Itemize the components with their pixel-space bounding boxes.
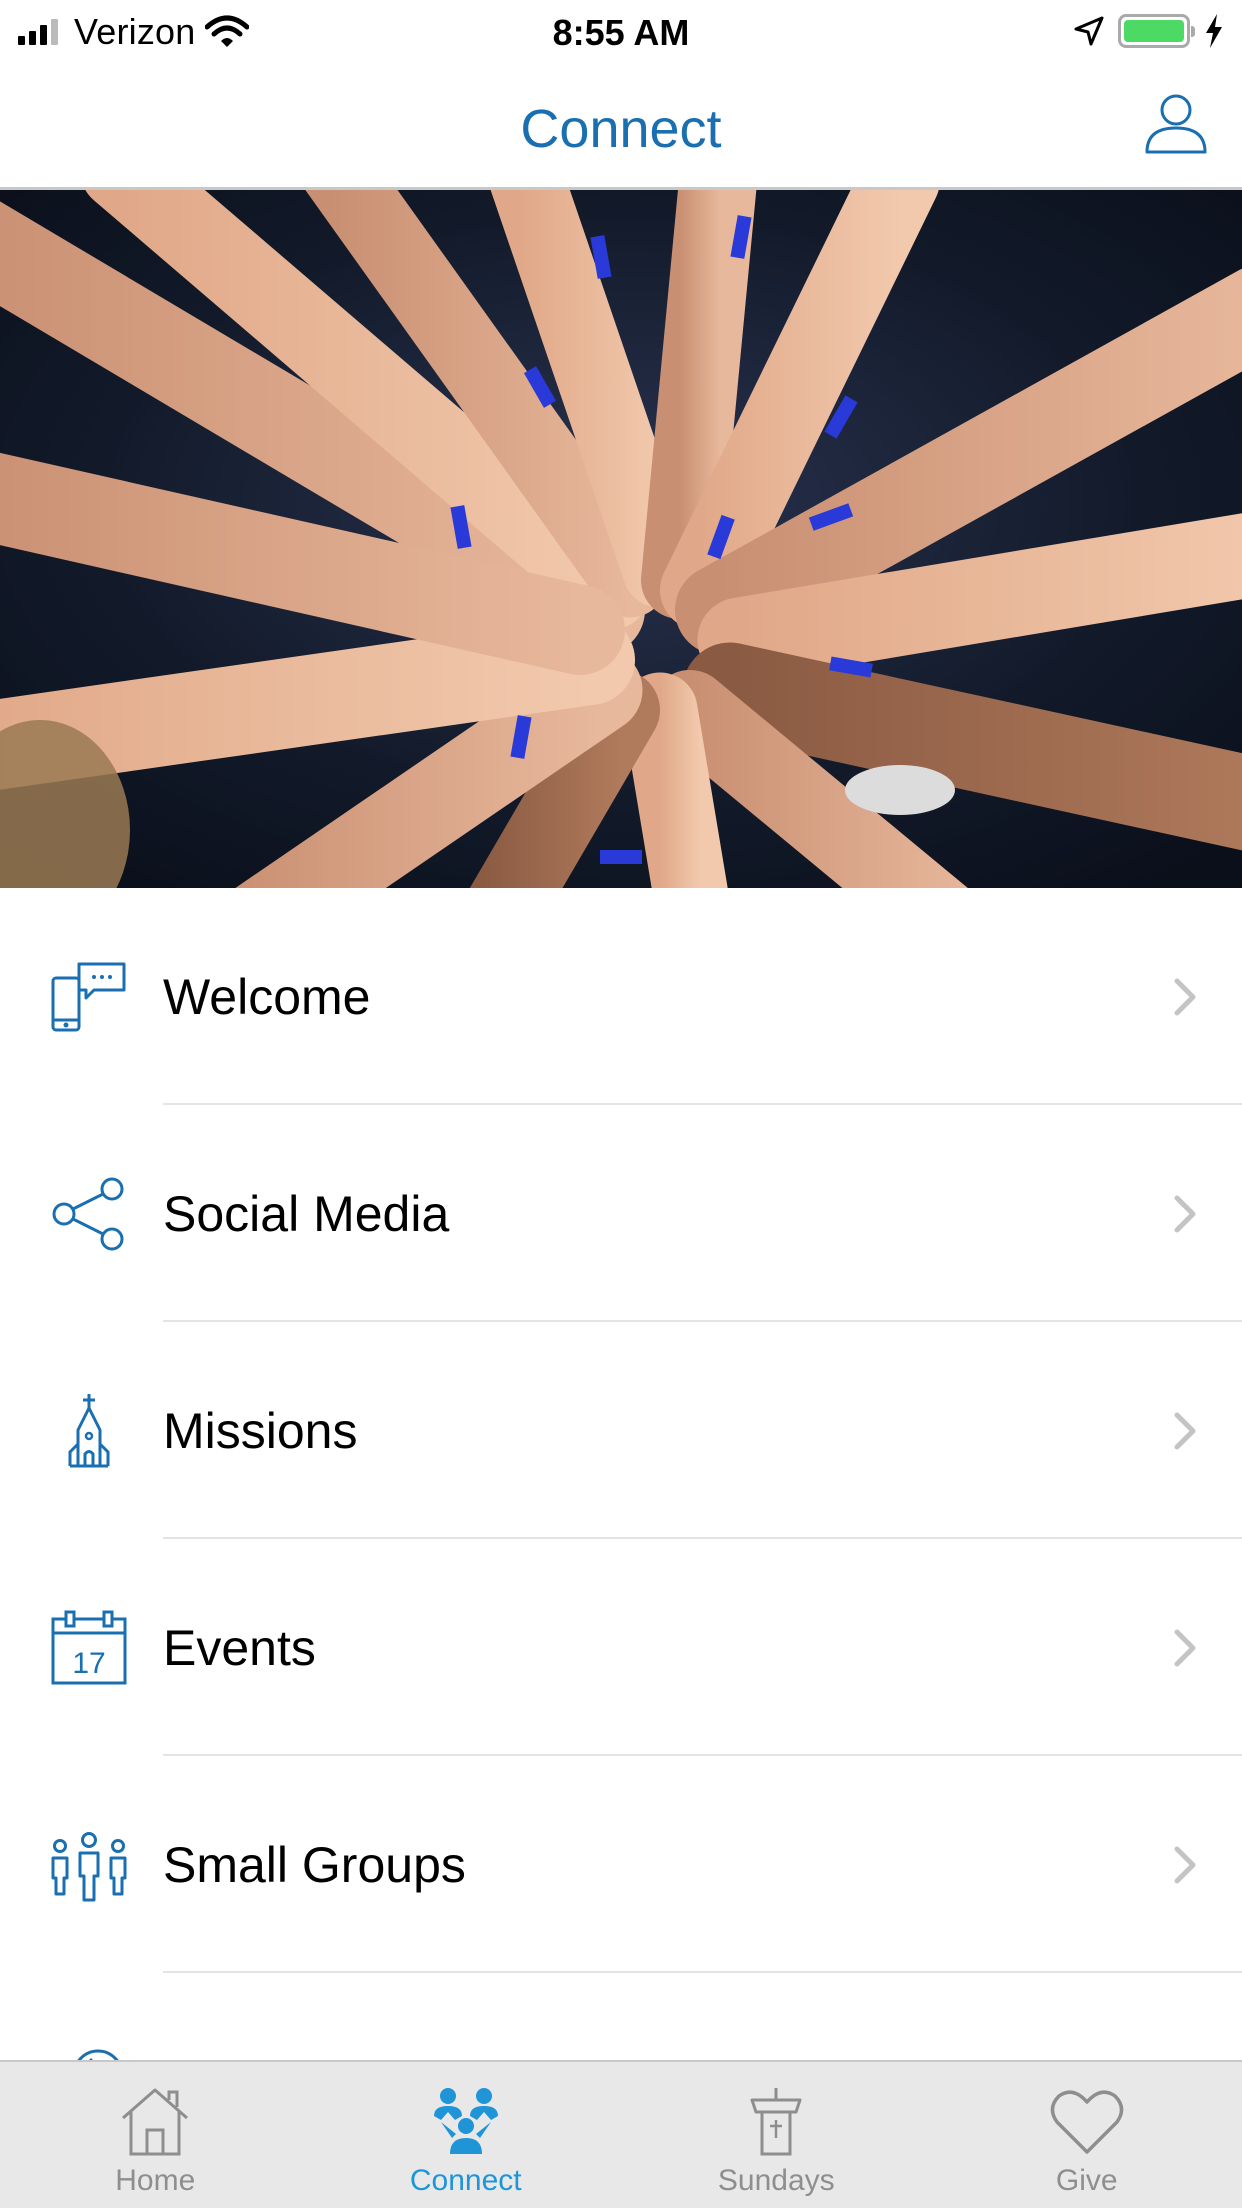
- status-right: [1074, 10, 1224, 52]
- menu-item-small-groups[interactable]: Small Groups: [0, 1756, 1242, 1973]
- status-time: 8:55 AM: [552, 12, 690, 53]
- house-icon: [122, 2088, 189, 2156]
- chevron-right-icon: [1174, 1629, 1196, 1666]
- tab-sundays[interactable]: Sundays: [621, 2062, 932, 2208]
- battery-fill: [1124, 20, 1184, 42]
- menu-item-social-media[interactable]: Social Media: [0, 1105, 1242, 1322]
- calendar-icon: 17: [51, 1610, 127, 1684]
- hero-image: [0, 190, 1242, 888]
- status-bar: Verizon 8:55 AM: [0, 0, 1242, 62]
- share-icon: [52, 1177, 124, 1250]
- people-group-icon: [51, 1831, 127, 1901]
- location-arrow-icon: [1074, 16, 1104, 46]
- chevron-right-icon: [1174, 1846, 1196, 1883]
- battery-icon: [1118, 14, 1195, 48]
- menu-item-label: Welcome: [163, 968, 371, 1025]
- tab-label: Home: [115, 2164, 196, 2197]
- tab-label: Connect: [409, 2164, 522, 2197]
- tab-connect[interactable]: Connect: [311, 2062, 622, 2208]
- nav-bar: Connect: [0, 62, 1242, 190]
- menu-item-welcome[interactable]: Welcome: [0, 888, 1242, 1105]
- tab-label: Give: [1055, 2164, 1118, 2197]
- phone-chat-icon: [51, 962, 126, 1031]
- page-title: Connect: [520, 99, 722, 159]
- hands-together-photo: [0, 190, 1242, 888]
- tab-give[interactable]: Give: [932, 2062, 1242, 2208]
- tab-home[interactable]: Home: [0, 2062, 311, 2208]
- chevron-right-icon: [1174, 1412, 1196, 1449]
- tab-bar: Home Connect Sundays Give: [0, 2060, 1242, 2208]
- menu-item-label: Events: [163, 1619, 316, 1676]
- menu-item-label: Social Media: [163, 1185, 450, 1242]
- divider: [163, 1971, 1242, 1973]
- pulpit-icon: [750, 2088, 802, 2156]
- connect-people-icon: [433, 2088, 498, 2154]
- heart-icon: [1050, 2090, 1123, 2154]
- charging-bolt-icon: [1206, 14, 1222, 48]
- calendar-date-text: 17: [72, 1647, 105, 1680]
- person-outline-icon[interactable]: [1144, 90, 1208, 154]
- menu-item-label: Missions: [163, 1402, 358, 1459]
- tab-label: Sundays: [717, 2164, 835, 2197]
- menu-item-events[interactable]: 17 Events: [0, 1539, 1242, 1756]
- chevron-right-icon: [1174, 978, 1196, 1015]
- menu-item-missions[interactable]: Missions: [0, 1322, 1242, 1539]
- church-icon: [68, 1393, 110, 1467]
- menu-item-label: Small Groups: [163, 1836, 466, 1893]
- chevron-right-icon: [1174, 1195, 1196, 1232]
- connect-menu-list: Welcome Social Media Missions 17 Events …: [0, 888, 1242, 1973]
